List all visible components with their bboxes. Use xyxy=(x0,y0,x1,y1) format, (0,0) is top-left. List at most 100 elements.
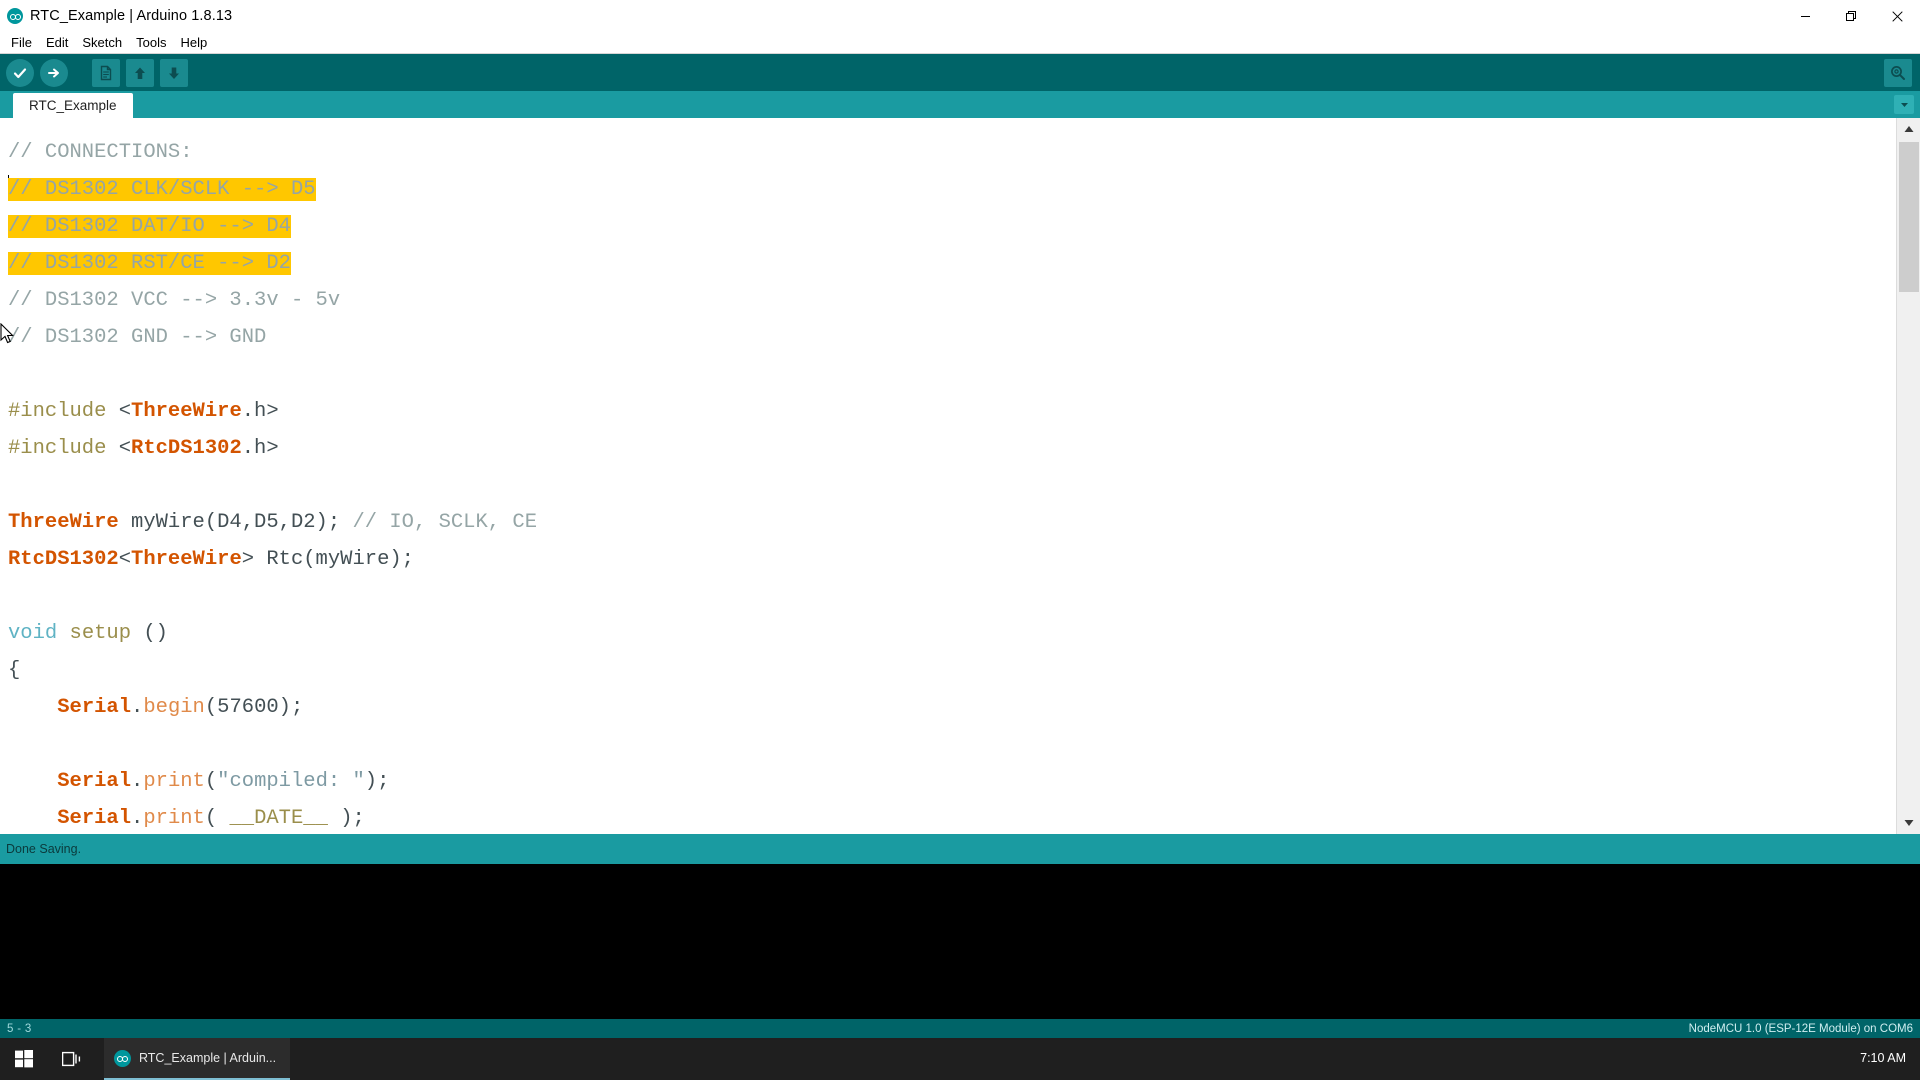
code-token: // DS1302 CLK/SCLK --> D5 xyxy=(8,178,316,201)
code-token: ThreeWire xyxy=(131,400,242,423)
code-line: Serial.print("compiled: "); xyxy=(8,763,1896,800)
code-text: { xyxy=(8,659,20,682)
tab-strip: RTC_Example xyxy=(0,91,1920,118)
code-text: void setup () xyxy=(8,622,168,645)
cursor-position-indicator: 5 - 3 xyxy=(7,1022,32,1035)
upload-button[interactable] xyxy=(40,58,68,87)
editor-vertical-scrollbar[interactable] xyxy=(1896,118,1920,834)
selected-text: // DS1302 CLK/SCLK --> D5 xyxy=(8,178,316,201)
menu-edit[interactable]: Edit xyxy=(39,33,75,52)
menu-tools[interactable]: Tools xyxy=(129,33,173,52)
taskbar-item-arduino[interactable]: RTC_Example | Arduin... xyxy=(104,1038,291,1080)
code-line: RtcDS1302<ThreeWire> Rtc(myWire); xyxy=(8,541,1896,578)
editor-area: // CONNECTIONS: // DS1302 CLK/SCLK --> D5… xyxy=(0,118,1920,834)
arduino-ide-window: RTC_Example | Arduino 1.8.13 File Edit S… xyxy=(0,0,1920,1080)
code-token: { xyxy=(8,659,21,682)
code-token: < xyxy=(118,548,132,571)
console-output[interactable] xyxy=(0,864,1920,1019)
menu-bar: File Edit Sketch Tools Help xyxy=(0,32,1920,53)
code-token: ); xyxy=(327,807,365,830)
sketch-tab-rtc-example[interactable]: RTC_Example xyxy=(13,93,133,118)
code-token: () xyxy=(131,622,168,645)
code-token: Serial xyxy=(57,696,132,719)
selected-text: // DS1302 RST/CE --> D2 xyxy=(8,252,291,275)
code-text: // DS1302 VCC --> 3.3v - 5v xyxy=(8,289,340,312)
code-text: // DS1302 GND --> GND xyxy=(8,326,266,349)
code-token: ThreeWire xyxy=(8,511,119,534)
arduino-infinity-icon xyxy=(114,1049,131,1067)
code-line: ThreeWire myWire(D4,D5,D2); // IO, SCLK,… xyxy=(8,504,1896,541)
code-token: void xyxy=(8,622,58,645)
bottom-status-bar: 5 - 3 NodeMCU 1.0 (ESP-12E Module) on CO… xyxy=(0,1019,1920,1038)
menu-file[interactable]: File xyxy=(4,33,39,52)
verify-button[interactable] xyxy=(6,58,34,87)
code-token: ); xyxy=(364,770,390,793)
code-line: // DS1302 VCC --> 3.3v - 5v xyxy=(8,282,1896,319)
code-text: #include <ThreeWire.h> xyxy=(8,400,279,423)
close-button[interactable] xyxy=(1874,0,1920,32)
arduino-infinity-icon xyxy=(7,8,23,24)
code-text: Serial.print("compiled: "); xyxy=(8,770,389,793)
code-token: > Rtc(myWire); xyxy=(241,548,414,571)
code-token: setup xyxy=(69,622,132,645)
code-token: . xyxy=(131,770,144,793)
code-line: // DS1302 GND --> GND xyxy=(8,319,1896,356)
code-token: // IO, SCLK, CE xyxy=(352,511,537,534)
code-line: Serial.begin(57600); xyxy=(8,689,1896,726)
code-text: #include <RtcDS1302.h> xyxy=(8,437,279,460)
code-token: ThreeWire xyxy=(131,548,242,571)
serial-monitor-button[interactable] xyxy=(1884,59,1912,87)
tab-menu-button[interactable] xyxy=(1894,95,1914,114)
status-message-text: Done Saving. xyxy=(6,842,82,856)
code-token: "compiled: " xyxy=(217,770,365,793)
code-token: . xyxy=(131,696,144,719)
code-line: // DS1302 RST/CE --> D2 xyxy=(8,245,1896,282)
code-token: // DS1302 GND --> GND xyxy=(8,326,267,349)
restore-button[interactable] xyxy=(1828,0,1874,32)
taskbar-clock[interactable]: 7:10 AM xyxy=(1860,1051,1906,1067)
title-bar: RTC_Example | Arduino 1.8.13 xyxy=(0,0,1920,32)
code-token: // DS1302 VCC --> 3.3v - 5v xyxy=(8,289,341,312)
code-text: Serial.print( __DATE__ ); xyxy=(8,807,365,830)
windows-start-button[interactable] xyxy=(0,1038,48,1080)
windows-taskbar: RTC_Example | Arduin... 7:10 AM xyxy=(0,1038,1920,1080)
code-text: RtcDS1302<ThreeWire> Rtc(myWire); xyxy=(8,548,414,571)
open-button[interactable] xyxy=(126,58,154,87)
menu-help[interactable]: Help xyxy=(173,33,214,52)
scrollbar-thumb[interactable] xyxy=(1899,142,1919,292)
code-token: myWire(D4,D5,D2); xyxy=(118,511,353,534)
code-text: ThreeWire myWire(D4,D5,D2); // IO, SCLK,… xyxy=(8,511,537,534)
code-token: < xyxy=(118,400,132,423)
code-editor[interactable]: // CONNECTIONS: // DS1302 CLK/SCLK --> D5… xyxy=(0,118,1896,834)
menu-sketch[interactable]: Sketch xyxy=(75,33,129,52)
minimize-button[interactable] xyxy=(1782,0,1828,32)
code-token: (57600); xyxy=(204,696,304,719)
code-token: . xyxy=(131,807,144,830)
scroll-down-icon[interactable] xyxy=(1897,812,1920,834)
code-line: // DS1302 DAT/IO --> D4 xyxy=(8,208,1896,245)
code-content: // CONNECTIONS: // DS1302 CLK/SCLK --> D5… xyxy=(0,134,1896,834)
code-token: // CONNECTIONS: xyxy=(8,141,193,164)
task-view-icon xyxy=(62,1051,81,1067)
code-line: // CONNECTIONS: xyxy=(8,134,1896,171)
code-token: Serial xyxy=(57,807,132,830)
new-button[interactable] xyxy=(92,58,120,87)
code-line: // DS1302 CLK/SCLK --> D5 xyxy=(8,171,1896,208)
mouse-pointer-icon xyxy=(0,323,14,344)
scroll-up-icon[interactable] xyxy=(1897,118,1920,140)
code-token: RtcDS1302 xyxy=(131,437,242,460)
code-token: print xyxy=(143,770,205,793)
code-token: begin xyxy=(143,696,205,719)
code-line: Serial.print( __DATE__ ); xyxy=(8,800,1896,834)
task-view-button[interactable] xyxy=(48,1038,96,1080)
code-line: void setup () xyxy=(8,615,1896,652)
code-token: #include xyxy=(8,400,119,423)
save-button[interactable] xyxy=(160,58,188,87)
code-token: #include xyxy=(8,437,119,460)
code-token: Serial xyxy=(57,770,132,793)
